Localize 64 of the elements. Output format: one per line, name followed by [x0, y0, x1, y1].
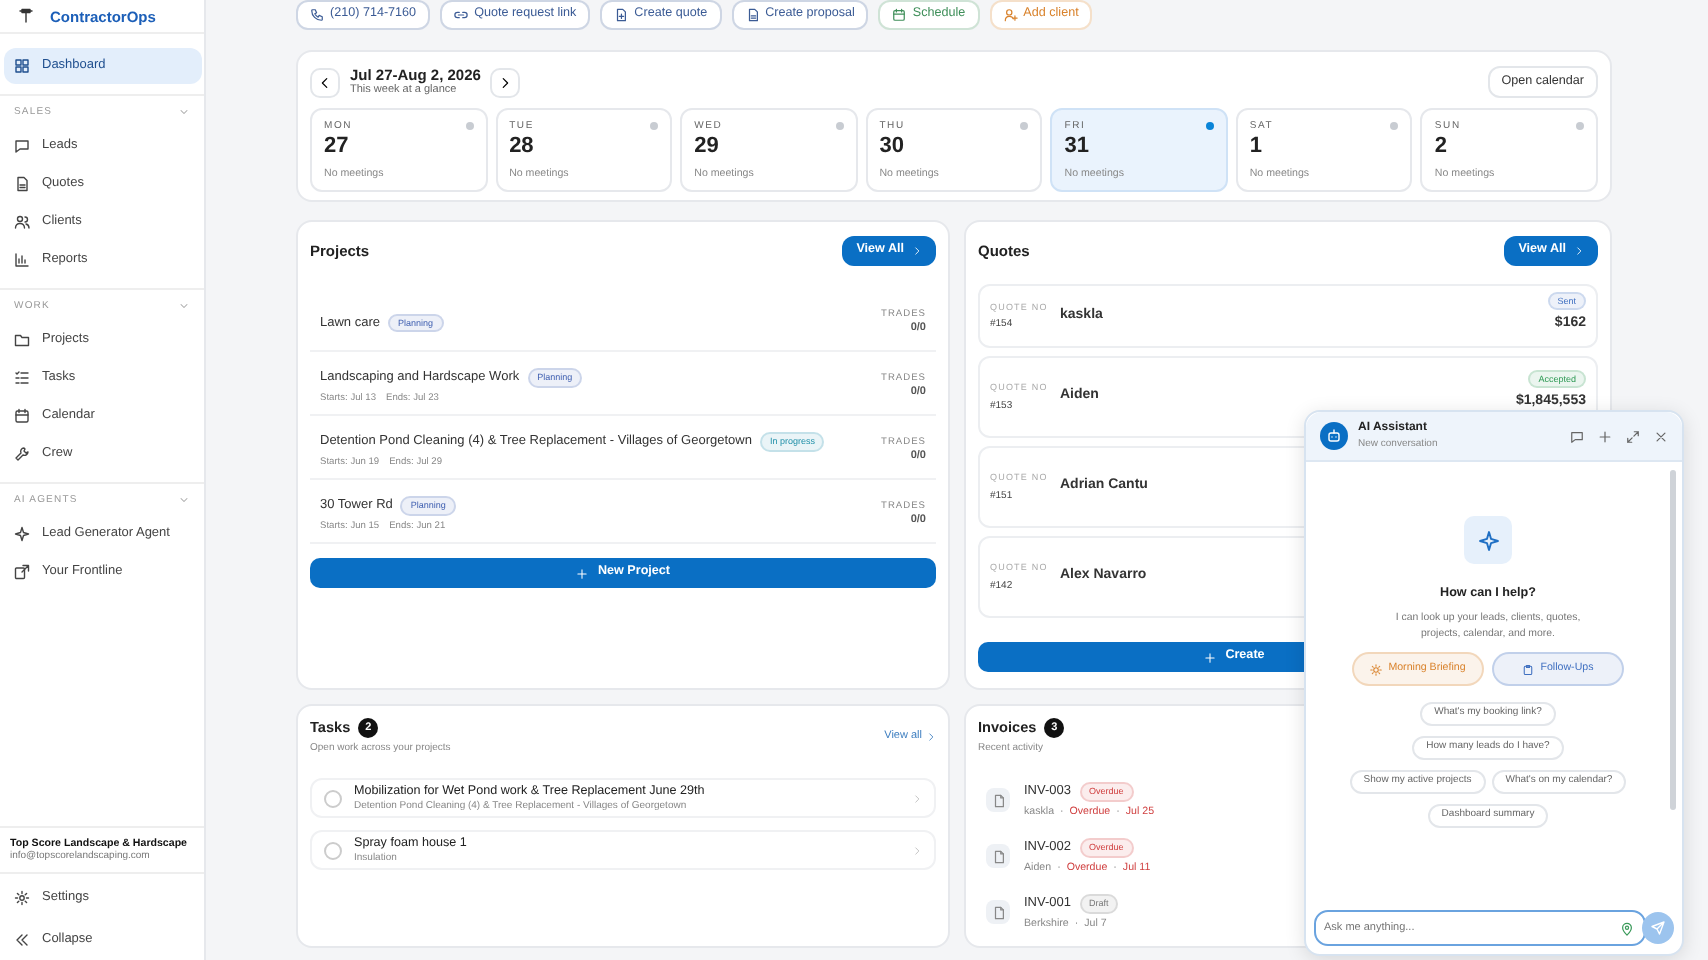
bar-chart-icon — [14, 252, 30, 268]
scrollbar[interactable] — [1670, 470, 1676, 810]
plus-icon — [1203, 651, 1216, 663]
close-icon[interactable] — [1654, 429, 1668, 443]
wrench-icon — [14, 446, 30, 462]
send-icon — [1650, 920, 1666, 936]
chevron-down-icon[interactable] — [178, 494, 190, 506]
sparkle-icon — [1477, 529, 1499, 551]
task-checkbox[interactable] — [324, 789, 342, 807]
day-date: 1 — [1249, 134, 1264, 161]
task-checkbox[interactable] — [324, 841, 342, 859]
chevron-down-icon[interactable] — [178, 300, 190, 312]
event-dot — [1020, 122, 1029, 130]
chat-bubble-icon[interactable] — [1570, 429, 1584, 443]
chevron-left-icon — [318, 75, 332, 89]
calendar-icon — [14, 408, 30, 424]
plus-icon — [575, 567, 588, 579]
chat-bubble-icon — [14, 138, 30, 154]
document-icon — [991, 849, 1005, 863]
event-dot — [1390, 122, 1399, 130]
plus-icon[interactable] — [1598, 429, 1612, 443]
people-icon — [14, 214, 30, 230]
document-icon — [991, 905, 1005, 919]
hammer-icon — [18, 8, 34, 24]
day-date: 31 — [1064, 134, 1092, 161]
chevron-right-icon — [1574, 245, 1584, 255]
event-dot — [835, 122, 844, 130]
settings-icon — [14, 890, 30, 906]
document-icon — [745, 8, 760, 22]
next-week-button[interactable] — [490, 67, 521, 97]
grid-icon — [14, 58, 30, 74]
document-icon — [14, 176, 30, 192]
robot-icon — [1326, 428, 1342, 444]
phone-icon — [310, 8, 324, 22]
event-dot — [650, 122, 659, 130]
event-dot — [1205, 122, 1214, 130]
day-date: 28 — [509, 134, 536, 161]
expand-icon[interactable] — [1626, 429, 1640, 443]
clipboard-icon — [1522, 663, 1535, 676]
person-add-icon — [1003, 8, 1018, 22]
event-dot — [465, 122, 474, 130]
day-date: 2 — [1434, 134, 1450, 161]
day-date: 27 — [324, 134, 351, 161]
double-chevron-icon — [14, 932, 30, 948]
chevron-right-icon — [912, 845, 922, 855]
sparkle-icon — [14, 526, 30, 542]
chevron-right-icon — [912, 793, 922, 803]
day-date: 30 — [879, 134, 906, 161]
send-button[interactable] — [1642, 912, 1674, 944]
chevron-right-icon — [498, 75, 513, 89]
calendar-icon — [892, 8, 907, 22]
chevron-down-icon[interactable] — [178, 106, 190, 118]
checklist-icon — [14, 370, 30, 386]
previous-week-button[interactable] — [310, 67, 340, 97]
document-icon — [991, 793, 1005, 807]
chevron-right-icon — [926, 731, 936, 742]
share-icon — [14, 564, 30, 580]
sun-icon — [1370, 663, 1383, 676]
document-plus-icon — [614, 8, 629, 22]
folder-icon — [14, 332, 30, 348]
event-dot — [1575, 122, 1584, 130]
link-icon — [454, 8, 469, 22]
chevron-right-icon — [912, 245, 922, 255]
day-date: 29 — [694, 134, 721, 161]
